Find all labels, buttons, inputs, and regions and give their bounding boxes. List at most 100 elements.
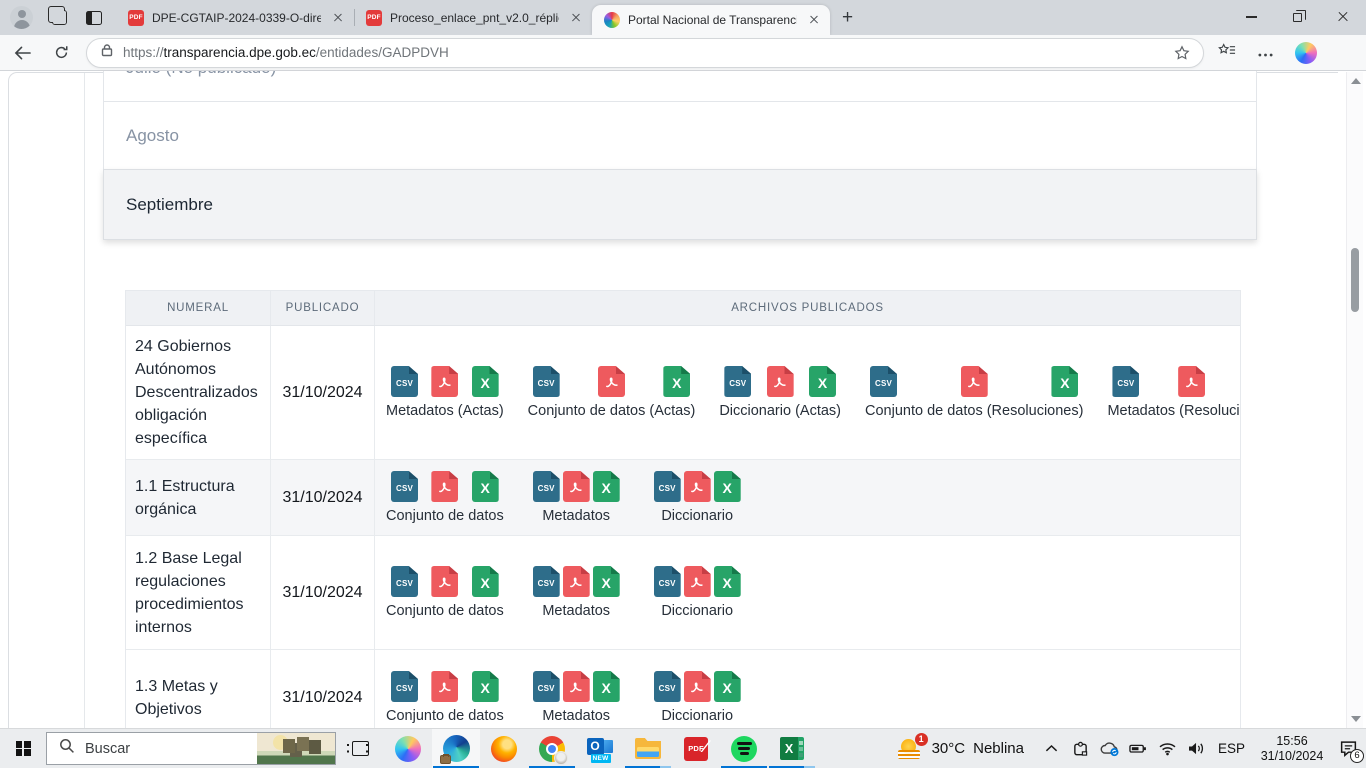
file-group-icons: CSV X — [649, 471, 746, 502]
xls-file-icon[interactable]: X — [472, 471, 499, 502]
csv-file-icon[interactable]: CSV — [1112, 366, 1139, 397]
xls-file-icon[interactable]: X — [714, 671, 741, 702]
csv-file-icon[interactable]: CSV — [391, 566, 418, 597]
csv-file-icon[interactable]: CSV — [533, 471, 560, 502]
csv-file-icon[interactable]: CSV — [654, 471, 681, 502]
pdf-file-icon[interactable] — [684, 566, 711, 597]
xls-file-icon[interactable]: X — [472, 671, 499, 702]
restore-button[interactable] — [1274, 0, 1320, 34]
tab-close-icon[interactable] — [329, 9, 346, 26]
browser-tab-3[interactable]: Portal Nacional de Transparencia — [592, 5, 830, 35]
close-button[interactable] — [1320, 0, 1366, 34]
workspaces-icon[interactable] — [52, 10, 67, 25]
battery-icon[interactable] — [1127, 735, 1151, 763]
back-icon[interactable] — [5, 38, 39, 68]
outlook-icon: ONEW — [587, 737, 614, 761]
pdf-file-icon[interactable] — [563, 566, 590, 597]
action-center-button[interactable]: 6 — [1330, 729, 1366, 768]
language-indicator[interactable]: ESP — [1209, 741, 1254, 756]
profile-avatar[interactable] — [10, 6, 33, 29]
xls-file-icon[interactable]: X — [663, 366, 690, 397]
taskbar-clock[interactable]: 15:56 31/10/2024 — [1254, 734, 1330, 763]
file-group: CSVXDiccionario — [649, 566, 746, 619]
scroll-up-arrow-icon[interactable] — [1351, 78, 1361, 84]
pdf-file-icon[interactable] — [431, 671, 458, 702]
publicado-cell: 31/10/2024 — [271, 460, 375, 535]
csv-file-icon[interactable]: CSV — [870, 366, 897, 397]
new-tab-button[interactable]: + — [842, 8, 853, 27]
tab-close-icon[interactable] — [805, 12, 822, 29]
volume-icon[interactable] — [1185, 735, 1209, 763]
pdf-file-icon[interactable] — [431, 566, 458, 597]
favorites-list-icon[interactable] — [1218, 42, 1236, 63]
xls-file-icon[interactable]: X — [593, 471, 620, 502]
favorite-star-icon[interactable] — [1169, 40, 1195, 66]
csv-file-icon[interactable]: CSV — [724, 366, 751, 397]
taskbar-spotify[interactable] — [720, 729, 768, 768]
wifi-icon[interactable] — [1156, 735, 1180, 763]
onedrive-icon[interactable] — [1098, 735, 1122, 763]
tab-close-icon[interactable] — [567, 9, 584, 26]
xls-file-icon[interactable]: X — [593, 566, 620, 597]
xls-file-icon[interactable]: X — [714, 471, 741, 502]
ellipsis-menu-icon[interactable] — [1258, 44, 1273, 62]
xls-file-icon[interactable]: X — [472, 566, 499, 597]
pdf-file-icon[interactable] — [563, 471, 590, 502]
taskbar-task-view[interactable] — [336, 729, 384, 768]
xls-file-icon[interactable]: X — [472, 366, 499, 397]
pdf-file-icon[interactable] — [431, 471, 458, 502]
taskbar-excel[interactable]: X — [768, 729, 816, 768]
address-bar[interactable]: https://transparencia.dpe.gob.ec/entidad… — [86, 38, 1204, 68]
pdf-file-icon[interactable] — [767, 366, 794, 397]
xls-file-icon[interactable]: X — [1051, 366, 1078, 397]
taskbar-search-input[interactable]: Buscar — [46, 732, 336, 765]
taskbar-copilot[interactable] — [384, 729, 432, 768]
cast-device-icon[interactable] — [1069, 735, 1093, 763]
csv-file-icon[interactable]: CSV — [533, 566, 560, 597]
pdf-file-icon[interactable] — [563, 671, 590, 702]
xls-file-icon[interactable]: X — [714, 566, 741, 597]
accordion-item-septiembre[interactable]: Septiembre — [103, 169, 1257, 240]
browser-tab-1[interactable]: PDFDPE-CGTAIP-2024-0339-O-directri — [116, 0, 354, 35]
minimize-button[interactable] — [1228, 0, 1274, 34]
xls-file-icon[interactable]: X — [809, 366, 836, 397]
copilot-icon[interactable] — [1295, 42, 1317, 64]
pdf-file-icon[interactable] — [598, 366, 625, 397]
scroll-down-arrow-icon[interactable] — [1351, 716, 1361, 722]
accordion-item-julio[interactable]: Julio (No publicado) — [103, 71, 1257, 102]
taskbar-file-explorer[interactable] — [624, 729, 672, 768]
csv-file-icon[interactable]: CSV — [391, 671, 418, 702]
csv-file-icon[interactable]: CSV — [391, 471, 418, 502]
pdf-file-icon[interactable] — [1178, 366, 1205, 397]
taskbar-pdf-editor[interactable]: PDF — [672, 729, 720, 768]
taskbar-weather[interactable]: 1 30°C Neblina — [897, 737, 1040, 761]
taskbar-firefox[interactable] — [480, 729, 528, 768]
browser-tab-2[interactable]: PDFProceso_enlace_pnt_v2.0_réplica_ — [354, 0, 592, 35]
url-text[interactable]: https://transparencia.dpe.gob.ec/entidad… — [123, 45, 1169, 60]
start-button[interactable] — [0, 729, 46, 768]
publicado-cell: 31/10/2024 — [271, 536, 375, 649]
search-highlight-image[interactable] — [257, 733, 335, 764]
csv-file-icon[interactable]: CSV — [654, 566, 681, 597]
csv-file-icon[interactable]: CSV — [391, 366, 418, 397]
xls-file-icon[interactable]: X — [593, 671, 620, 702]
chevron-up-icon[interactable] — [1040, 735, 1064, 763]
taskbar-outlook[interactable]: ONEW — [576, 729, 624, 768]
file-group: CSVXMetadatos — [528, 471, 625, 524]
pdf-file-icon[interactable] — [961, 366, 988, 397]
pdf-file-icon[interactable] — [684, 671, 711, 702]
page-scrollbar[interactable] — [1346, 72, 1363, 728]
publications-table: NUMERAL PUBLICADO ARCHIVOS PUBLICADOS 24… — [125, 290, 1241, 728]
taskbar-edge[interactable] — [432, 729, 480, 768]
csv-file-icon[interactable]: CSV — [654, 671, 681, 702]
pdf-file-icon[interactable] — [431, 366, 458, 397]
tab-actions-icon[interactable] — [86, 11, 102, 25]
refresh-icon[interactable] — [44, 38, 78, 68]
scrollbar-thumb[interactable] — [1351, 248, 1359, 312]
taskbar-chrome[interactable] — [528, 729, 576, 768]
csv-file-icon[interactable]: CSV — [533, 366, 560, 397]
url-path: /entidades/GADPDVH — [316, 45, 449, 60]
accordion-item-agosto[interactable]: Agosto — [103, 101, 1257, 170]
csv-file-icon[interactable]: CSV — [533, 671, 560, 702]
pdf-file-icon[interactable] — [684, 471, 711, 502]
